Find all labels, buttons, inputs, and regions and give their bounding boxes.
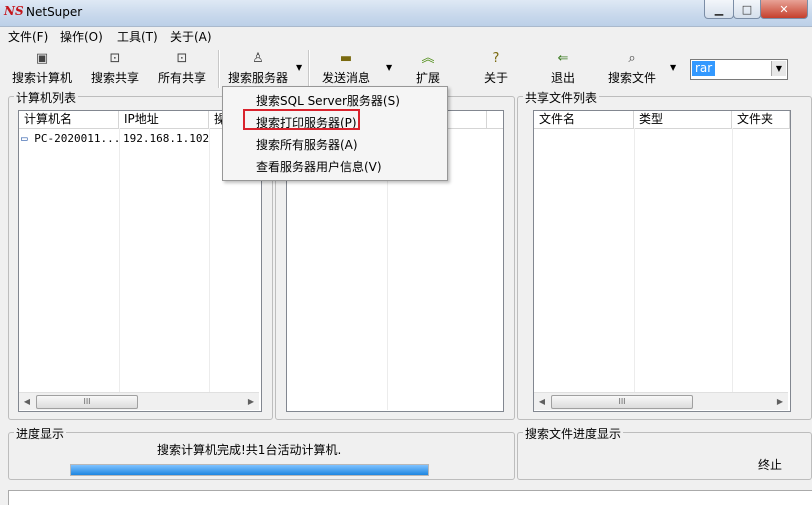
menu-file[interactable]: 文件(F) [8,28,48,45]
horizontal-scrollbar[interactable]: ◀ III ▶ [534,392,788,410]
column-type[interactable]: 类型 [634,111,732,128]
computer-icon: ▭ [21,132,28,145]
all-shares-label: 所有共享 [157,71,206,85]
search-files-dropdown-arrow[interactable]: ▼ [670,63,676,72]
gridline [732,128,733,392]
shared-files-header: 文件名 类型 文件夹 [534,111,790,129]
menu-about[interactable]: 关于(A) [170,28,212,45]
search-files-button[interactable]: ⌕ 搜索文件 [604,46,660,90]
file-progress-title: 搜索文件进度显示 [523,425,624,442]
menu-item-search-all-servers[interactable]: 搜索所有服务器(A) [256,136,358,153]
menu-item-view-server-users[interactable]: 查看服务器用户信息(V) [256,158,382,175]
share-icon: ⊡ [176,51,188,66]
share-search-icon: ⊡ [109,51,121,66]
menu-item-search-sql-server[interactable]: 搜索SQL Server服务器(S) [256,92,400,109]
scroll-thumb[interactable]: III [36,395,138,409]
status-bar [8,490,812,505]
exit-label: 退出 [550,71,575,85]
search-computers-button[interactable]: ▣ 搜索计算机 [8,46,76,90]
scroll-left-icon[interactable]: ◀ [534,393,550,410]
help-icon: ? [492,51,500,66]
close-button[interactable]: ✕ [760,0,808,19]
search-shares-label: 搜索共享 [90,71,139,85]
menu-operation[interactable]: 操作(O) [60,28,103,45]
send-message-button[interactable]: ▬ 发送消息 [316,46,376,90]
message-icon: ▬ [339,51,353,66]
file-type-value[interactable]: rar [692,61,716,76]
chevron-down-icon[interactable]: ▼ [771,61,786,76]
extend-button[interactable]: ︽ 扩展 [410,46,446,90]
all-shares-button[interactable]: ⊡ 所有共享 [152,46,212,90]
shared-files-title: 共享文件列表 [523,89,600,106]
gridline [209,128,210,392]
toolbar-separator [218,50,220,88]
column-folder[interactable]: 文件夹 [732,111,790,128]
search-servers-menu: 搜索SQL Server服务器(S) 搜索打印服务器(P) 搜索所有服务器(A)… [222,86,448,181]
shared-files-list[interactable]: 文件名 类型 文件夹 ◀ III ▶ [533,110,791,412]
app-logo: NS [4,4,24,18]
search-servers-label: 搜索服务器 [227,71,288,85]
progress-status-text: 搜索计算机完成!共1台活动计算机. [157,443,342,457]
horizontal-scrollbar[interactable]: ◀ III ▶ [19,392,259,410]
progress-title: 进度显示 [14,425,67,442]
highlight-box [243,109,360,130]
search-shares-button[interactable]: ⊡ 搜索共享 [86,46,144,90]
toolbar-separator [308,50,310,88]
computer-icon: ▣ [35,51,49,66]
column-ip-address[interactable]: IP地址 [119,111,209,128]
progress-bar [70,464,429,476]
exit-icon: ⇐ [557,51,569,66]
search-servers-dropdown-arrow[interactable]: ▼ [296,63,302,72]
minimize-button[interactable]: ▁ [704,0,734,19]
column-file-name[interactable]: 文件名 [534,111,634,128]
search-computers-label: 搜索计算机 [11,71,72,85]
send-message-label: 发送消息 [321,71,370,85]
search-servers-button[interactable]: ♙ 搜索服务器 [224,46,292,90]
menu-tools[interactable]: 工具(T) [117,28,158,45]
file-type-combobox[interactable]: rar ▼ [690,59,788,80]
menu-bar: 文件(F) 操作(O) 工具(T) 关于(A) [0,27,812,46]
send-message-dropdown-arrow[interactable]: ▼ [386,63,392,72]
ip-address-cell: 192.168.1.102 [123,132,210,145]
exit-button[interactable]: ⇐ 退出 [544,46,582,90]
scroll-left-icon[interactable]: ◀ [19,393,35,410]
column-computer-name[interactable]: 计算机名 [19,111,119,128]
file-search-icon: ⌕ [628,51,636,66]
expand-icon: ︽ [421,51,435,66]
computer-name-cell: PC-2020011... [34,132,121,145]
scroll-right-icon[interactable]: ▶ [243,393,259,410]
gridline [119,128,120,392]
gridline [634,128,635,392]
scroll-right-icon[interactable]: ▶ [772,393,788,410]
about-label: 关于 [483,71,508,85]
progress-fill [71,465,428,475]
maximize-button[interactable]: □ [733,0,761,19]
server-icon: ♙ [252,51,264,66]
window-title: NetSuper [26,5,83,19]
extend-label: 扩展 [415,71,440,85]
computer-list-title: 计算机列表 [14,89,79,106]
scroll-thumb[interactable]: III [551,395,693,409]
stop-button[interactable]: 终止 [758,456,782,473]
about-button[interactable]: ? 关于 [478,46,514,90]
search-files-label: 搜索文件 [607,71,656,85]
title-bar[interactable] [0,0,812,27]
